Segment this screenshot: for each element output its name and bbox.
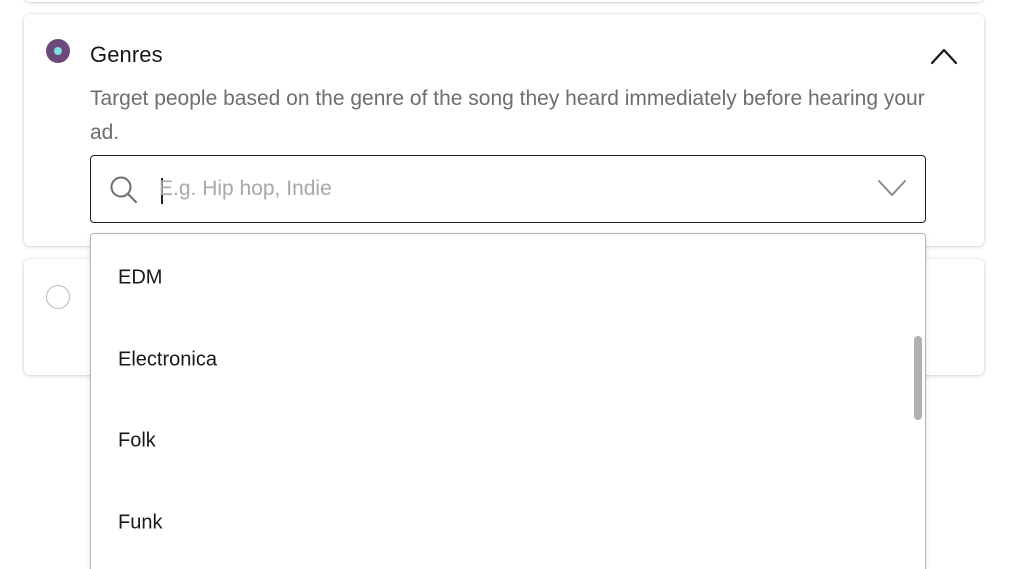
search-icon — [110, 176, 137, 203]
genre-dropdown-menu: EDM Electronica Folk Funk — [90, 233, 926, 569]
option-label: EDM — [118, 266, 163, 289]
previous-section-card — [24, 0, 984, 2]
next-section-radio[interactable] — [46, 285, 70, 309]
option-label: Folk — [118, 429, 156, 452]
genres-section-title: Genres — [90, 42, 163, 67]
genre-search-input[interactable] — [159, 170, 849, 208]
genres-section-description: Target people based on the genre of the … — [90, 87, 925, 144]
genre-option-edm[interactable]: EDM — [91, 238, 911, 318]
collapse-button[interactable] — [922, 38, 966, 74]
genre-option-electronica[interactable]: Electronica — [91, 320, 911, 400]
genre-option-folk[interactable]: Folk — [91, 401, 911, 481]
targeting-page: Genres Target people based on the genre … — [0, 0, 1024, 569]
option-label: Funk — [118, 511, 163, 534]
genres-radio-selected[interactable] — [46, 39, 70, 63]
option-label: Electronica — [118, 348, 217, 371]
dropdown-scrollbar-thumb[interactable] — [914, 336, 922, 420]
genre-option-funk[interactable]: Funk — [91, 483, 911, 563]
genre-search-field[interactable] — [90, 155, 926, 223]
chevron-up-icon — [930, 48, 958, 65]
chevron-down-icon[interactable] — [877, 178, 907, 198]
radio-dot — [54, 47, 62, 55]
